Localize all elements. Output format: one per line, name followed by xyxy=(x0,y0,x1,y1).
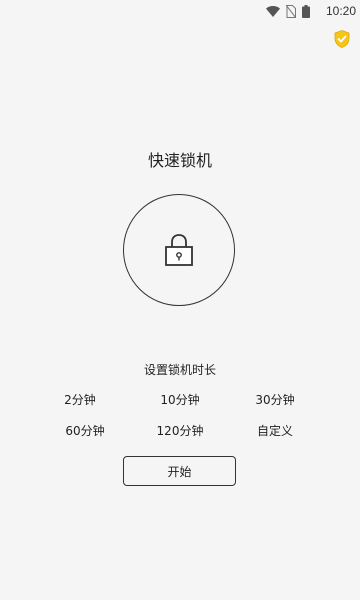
option-10-min[interactable]: 10分钟 xyxy=(140,392,220,408)
duration-label: 设置锁机时长 xyxy=(143,363,216,377)
wifi-icon xyxy=(266,5,280,17)
option-60-min[interactable]: 60分钟 xyxy=(45,423,125,439)
page-title: 快速锁机 xyxy=(147,151,212,170)
option-30-min[interactable]: 30分钟 xyxy=(235,392,315,408)
start-button[interactable]: 开始 xyxy=(123,456,236,486)
shield-check-icon[interactable] xyxy=(334,30,350,48)
option-120-min[interactable]: 120分钟 xyxy=(140,423,220,439)
battery-icon xyxy=(302,4,310,18)
status-icons xyxy=(266,3,310,19)
option-custom[interactable]: 自定义 xyxy=(235,423,315,439)
no-sim-icon xyxy=(286,4,296,18)
status-bar: 10:20 xyxy=(0,0,360,22)
lock-icon xyxy=(164,233,194,267)
option-2-min[interactable]: 2分钟 xyxy=(40,392,120,408)
lock-button[interactable] xyxy=(123,194,235,306)
status-time: 10:20 xyxy=(325,4,356,18)
